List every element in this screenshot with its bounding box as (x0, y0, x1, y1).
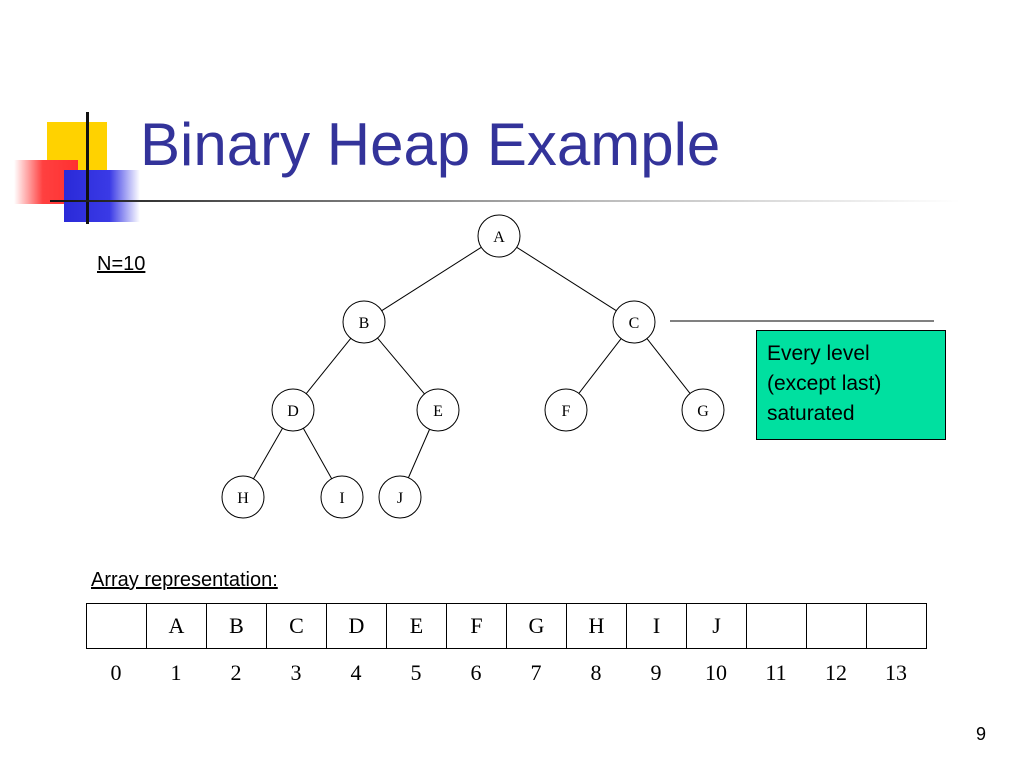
array-index: 11 (765, 660, 787, 685)
array-cell: J (687, 603, 747, 649)
callout-box: Every level (except last) saturated (756, 330, 946, 440)
tree-edge-d-h (253, 427, 283, 480)
array-cell: G (507, 603, 567, 649)
tree-node-label: H (237, 490, 249, 507)
tree-node-d: D (271, 388, 315, 432)
tree-node-label: D (287, 403, 299, 420)
tree-node-e: E (416, 388, 460, 432)
array-cell: E (387, 603, 447, 649)
array-cell (807, 603, 867, 649)
array-cell: C (267, 603, 327, 649)
array-cell (747, 603, 807, 649)
array-cell: F (447, 603, 507, 649)
array-index: 3 (290, 660, 302, 685)
array-index: 12 (825, 660, 847, 685)
callout-line: Every level (767, 342, 870, 365)
array-cell: H (567, 603, 627, 649)
array-index: 10 (705, 660, 727, 685)
tree-node-label: F (562, 403, 571, 420)
tree-edge-e-j (407, 429, 431, 478)
array-index: 6 (470, 660, 482, 685)
array-index: 1 (170, 660, 182, 685)
tree-edge-d-i (302, 428, 333, 479)
array-index: 0 (110, 660, 122, 685)
tree-node-label: I (339, 490, 344, 507)
tree-node-label: J (397, 490, 403, 507)
tree-node-a: A (477, 214, 521, 258)
tree-edge-c-g (646, 338, 691, 394)
array-index: 5 (410, 660, 422, 685)
tree-nodes: A B C D E F G H I J (221, 214, 725, 519)
tree-node-g: G (681, 388, 725, 432)
array-cell: D (327, 603, 387, 649)
array-cell (867, 603, 927, 649)
array-index: 4 (350, 660, 362, 685)
tree-edges (253, 246, 691, 480)
tree-edge-b-d (305, 338, 352, 394)
array-cell: I (627, 603, 687, 649)
tree-edge-b-e (377, 337, 425, 395)
page-number: 9 (976, 724, 987, 744)
tree-node-label: B (359, 315, 370, 332)
tree-node-i: I (320, 475, 364, 519)
array-cell: A (147, 603, 207, 649)
array-table: ABCDEFGHIJ (86, 603, 927, 649)
tree-node-b: B (342, 300, 386, 344)
tree-node-j: J (378, 475, 422, 519)
tree-node-f: F (544, 388, 588, 432)
tree-node-label: A (493, 229, 505, 246)
callout-line: (except last) (767, 372, 882, 395)
array-indices: 0 1 2 3 4 5 6 7 8 9 10 11 12 13 (86, 660, 926, 686)
array-label: Array representation: (91, 569, 278, 591)
tree-edge-a-c (516, 246, 617, 312)
tree-node-h: H (221, 475, 265, 519)
array-index: 8 (590, 660, 602, 685)
array-index: 13 (885, 660, 907, 685)
tree-node-label: E (433, 403, 443, 420)
heap-tree: A B C D E F G H I J (221, 214, 934, 519)
array-cell: B (207, 603, 267, 649)
tree-node-label: C (629, 315, 640, 332)
array-index: 2 (230, 660, 242, 685)
tree-node-c: C (612, 300, 656, 344)
array-index: 9 (650, 660, 662, 685)
tree-node-label: G (697, 403, 709, 420)
array-index: 7 (530, 660, 542, 685)
tree-edge-a-b (381, 246, 482, 312)
callout-line: saturated (767, 402, 855, 425)
array-cell (87, 603, 147, 649)
tree-edge-c-f (578, 338, 622, 394)
